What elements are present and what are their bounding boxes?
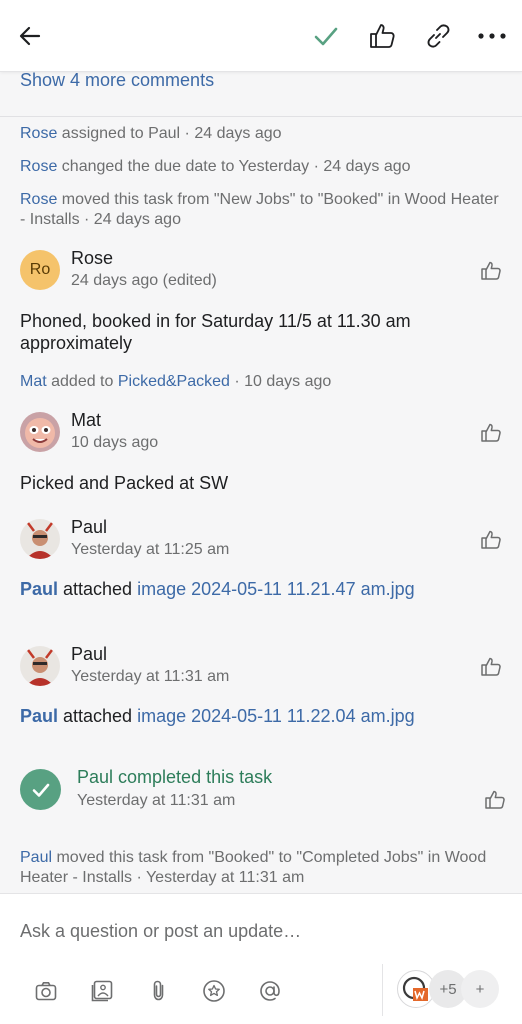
comment-author[interactable]: Rose — [71, 248, 113, 269]
link-icon — [427, 24, 450, 48]
comment-timestamp: 10 days ago — [71, 434, 159, 451]
avatar[interactable] — [20, 412, 60, 452]
comment-composer: Ask a question or post an update… +5 + — [0, 893, 522, 1024]
top-bar — [0, 0, 522, 72]
comment-header: Mat 10 days ago — [20, 410, 502, 458]
activity-user-link[interactable]: Rose — [20, 158, 57, 175]
activity-user-link[interactable]: Rose — [20, 191, 57, 208]
mark-complete-button[interactable] — [308, 18, 344, 54]
comment-header: Ro Rose 24 days ago (edited) — [20, 248, 502, 296]
comment-like-button[interactable] — [480, 422, 502, 444]
attachment-file-link[interactable]: image 2024-05-11 11.22.04 am.jpg — [137, 706, 415, 726]
avatar[interactable]: Ro — [20, 250, 60, 290]
arrow-left-icon — [19, 26, 41, 46]
comment-header: Paul Yesterday at 11:31 am — [20, 644, 502, 692]
activity-item: Rose moved this task from "New Jobs" to … — [20, 190, 502, 230]
activity-item: Rose assigned to Paul · 24 days ago — [20, 124, 502, 144]
completed-timestamp: Yesterday at 11:31 am — [77, 792, 236, 809]
add-collaborator-label: + — [475, 980, 485, 998]
activity-text: moved this task from "Booked" to "Comple… — [20, 849, 487, 886]
show-more-comments-link[interactable]: Show 4 more comments — [20, 70, 214, 91]
attachment-line: Paul attached image 2024-05-11 11.21.47 … — [20, 579, 415, 600]
attachment-verb: attached — [58, 579, 138, 599]
activity-user-link[interactable]: Mat — [20, 373, 47, 390]
more-options-button[interactable] — [474, 18, 510, 54]
comment-author[interactable]: Paul — [71, 517, 107, 538]
activity-text: · 10 days ago — [229, 373, 332, 390]
comment-timestamp: Yesterday at 11:25 am — [71, 541, 230, 558]
comment-body: Phoned, booked in for Saturday 11/5 at 1… — [20, 311, 411, 353]
mention-icon[interactable] — [258, 979, 282, 1003]
avatar-photo — [20, 519, 60, 559]
avatar-photo — [20, 646, 60, 686]
thumbs-up-icon — [370, 24, 395, 48]
activity-item: Mat added to Picked&Packed · 10 days ago — [20, 372, 502, 392]
comment-author[interactable]: Mat — [71, 410, 101, 431]
divider — [0, 116, 522, 117]
avatar-photo — [20, 412, 60, 452]
more-horizontal-icon — [478, 33, 506, 39]
activity-text: moved this task from "New Jobs" to "Book… — [20, 191, 499, 228]
activity-text: added to — [46, 373, 118, 390]
check-icon — [32, 783, 49, 797]
add-collaborator-button[interactable]: + — [461, 970, 499, 1008]
avatar[interactable] — [20, 646, 60, 686]
comment-timestamp: 24 days ago (edited) — [71, 272, 217, 289]
comment-input[interactable]: Ask a question or post an update… — [20, 921, 301, 942]
activity-user-link[interactable]: Paul — [20, 849, 52, 866]
comment-like-button[interactable] — [480, 656, 502, 678]
completed-like-button[interactable] — [484, 789, 506, 811]
activity-item: Rose changed the due date to Yesterday ·… — [20, 157, 502, 177]
comment-like-button[interactable] — [480, 260, 502, 282]
attachment-user-link[interactable]: Paul — [20, 579, 58, 599]
collaborator-logo-icon — [402, 976, 428, 1001]
copy-link-button[interactable] — [420, 18, 456, 54]
back-button[interactable] — [12, 18, 48, 54]
attachment-verb: attached — [58, 706, 138, 726]
activity-item: Paul moved this task from "Booked" to "C… — [20, 848, 502, 888]
more-collaborators-count: +5 — [439, 980, 457, 998]
camera-icon[interactable] — [34, 979, 58, 1003]
comment-timestamp: Yesterday at 11:31 am — [71, 668, 230, 685]
photo-library-icon[interactable] — [90, 979, 114, 1003]
completed-badge — [20, 769, 61, 810]
completed-story: Paul completed this task — [77, 767, 273, 787]
comment-header: Paul Yesterday at 11:25 am — [20, 517, 502, 565]
paperclip-icon[interactable] — [147, 979, 171, 1003]
check-icon — [314, 27, 338, 46]
activity-text: changed the due date to Yesterday · 24 d… — [57, 158, 411, 175]
activity-text: assigned to Paul · 24 days ago — [57, 125, 282, 142]
comment-author[interactable]: Paul — [71, 644, 107, 665]
avatar[interactable] — [20, 519, 60, 559]
attachment-user-link[interactable]: Paul — [20, 706, 58, 726]
star-icon[interactable] — [202, 979, 226, 1003]
activity-user-link[interactable]: Rose — [20, 125, 57, 142]
tag-link[interactable]: Picked&Packed — [118, 373, 230, 390]
like-task-button[interactable] — [364, 18, 400, 54]
attachment-file-link[interactable]: image 2024-05-11 11.21.47 am.jpg — [137, 579, 415, 599]
avatar-initials: Ro — [29, 261, 51, 278]
comment-like-button[interactable] — [480, 529, 502, 551]
comment-body: Picked and Packed at SW — [20, 473, 229, 493]
attachment-line: Paul attached image 2024-05-11 11.22.04 … — [20, 706, 415, 727]
toolbar-divider — [382, 964, 383, 1016]
